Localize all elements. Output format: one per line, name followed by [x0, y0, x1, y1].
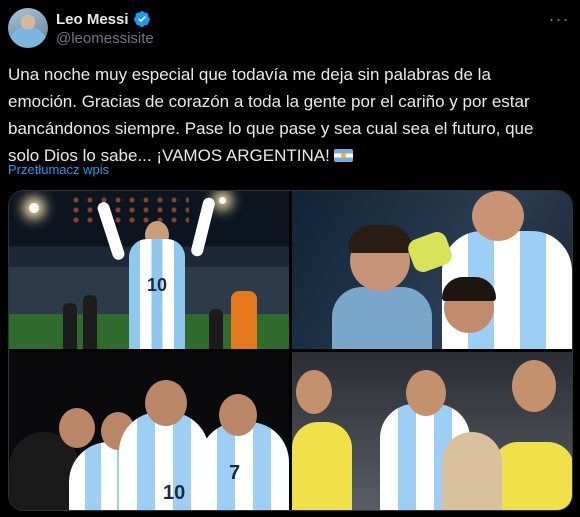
more-options-icon[interactable]: ··· [548, 8, 570, 30]
player-jersey: 10 [129, 239, 185, 349]
author-handle[interactable]: @leomessisite [56, 30, 154, 47]
stadium-light [29, 203, 39, 213]
fireworks [69, 195, 189, 225]
person-head [512, 360, 556, 412]
person-head [296, 370, 332, 414]
child-figure [442, 432, 502, 510]
player-head [406, 370, 446, 416]
stadium-light [219, 197, 226, 204]
kid-hair [442, 277, 496, 301]
kid-jersey [332, 287, 432, 349]
player-head [472, 191, 524, 241]
author-name-row: Leo Messi [56, 9, 151, 29]
player-head [59, 408, 95, 448]
tweet-text-body: Una noche muy especial que todavía me de… [8, 65, 534, 165]
author-display-name[interactable]: Leo Messi [56, 11, 129, 28]
player-head [145, 380, 187, 426]
person-figure [83, 295, 97, 349]
photo-4[interactable] [292, 352, 572, 510]
avatar[interactable] [8, 8, 48, 48]
raised-arm [189, 196, 217, 258]
tweet-text: Una noche muy especial que todavía me de… [8, 61, 548, 169]
argentina-flag-icon [333, 149, 353, 162]
jersey-number: 10 [147, 275, 168, 295]
photo-3[interactable]: 10 7 [9, 352, 289, 510]
player-head [219, 394, 257, 436]
person-figure [209, 309, 223, 349]
media-grid: 10 10 7 [8, 190, 573, 511]
photo-2[interactable] [292, 191, 572, 349]
kid-hair [348, 225, 412, 253]
person-figure [63, 303, 77, 349]
translate-post-link[interactable]: Przetłumacz wpis [8, 162, 109, 177]
yellow-jersey [292, 422, 352, 510]
jersey-number: 7 [229, 462, 241, 484]
player-jersey: 7 [199, 422, 289, 510]
jersey-number: 10 [163, 482, 186, 504]
player-jersey: 10 [119, 412, 209, 510]
photo-1[interactable]: 10 [9, 191, 289, 349]
photographer-vest [231, 291, 257, 349]
verified-badge-icon [133, 11, 150, 27]
yellow-jersey [492, 442, 572, 510]
